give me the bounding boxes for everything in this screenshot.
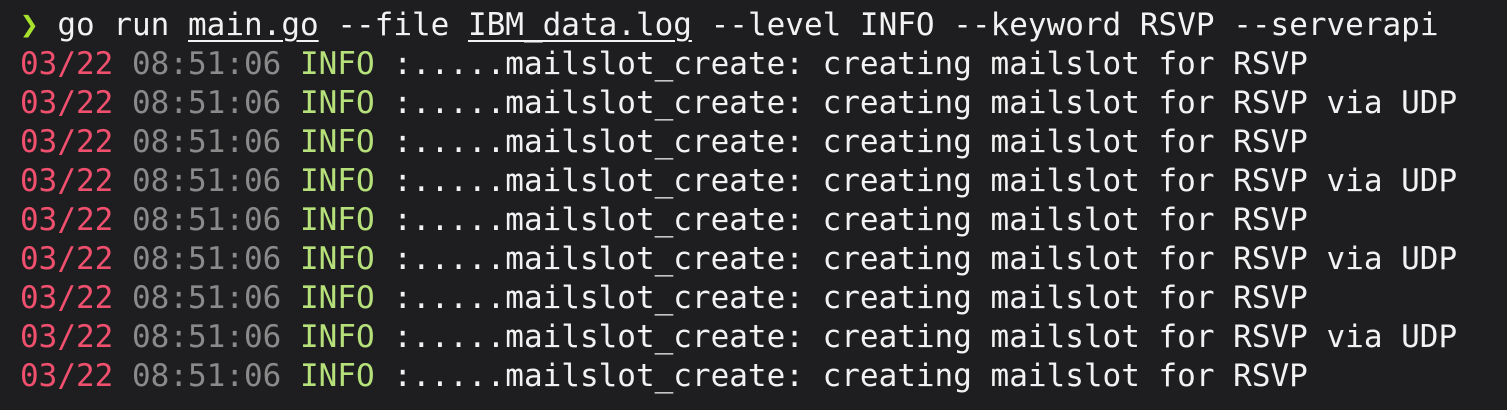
log-message: :.....mailslot_create: creating mailslot…: [393, 163, 1458, 199]
log-message: :.....mailslot_create: creating mailslot…: [393, 46, 1308, 82]
log-level: INFO: [299, 85, 375, 121]
log-level: INFO: [299, 319, 375, 355]
log-message: :.....mailslot_create: creating mailslot…: [393, 319, 1458, 355]
terminal-window[interactable]: ❯ go run main.go --file IBM_data.log --l…: [0, 0, 1507, 410]
log-message: :.....mailslot_create: creating mailslot…: [393, 241, 1458, 277]
log-date: 03/22: [20, 163, 114, 199]
log-level: INFO: [299, 241, 375, 277]
log-line: 03/22 08:51:06 INFO :.....mailslot_creat…: [0, 279, 1507, 318]
log-time: 08:51:06: [132, 124, 282, 160]
log-line: 03/22 08:51:06 INFO :.....mailslot_creat…: [0, 201, 1507, 240]
log-message: :.....mailslot_create: creating mailslot…: [393, 202, 1308, 238]
log-time: 08:51:06: [132, 319, 282, 355]
log-line: 03/22 08:51:06 INFO :.....mailslot_creat…: [0, 84, 1507, 123]
log-date: 03/22: [20, 280, 114, 316]
command-program: go run: [57, 7, 170, 43]
log-level: INFO: [299, 280, 375, 316]
log-date: 03/22: [20, 46, 114, 82]
log-date: 03/22: [20, 241, 114, 277]
log-output: 03/22 08:51:06 INFO :.....mailslot_creat…: [0, 45, 1507, 396]
command-file-arg: main.go: [188, 7, 319, 43]
command-line: ❯ go run main.go --file IBM_data.log --l…: [0, 6, 1507, 45]
log-level: INFO: [299, 358, 375, 394]
log-time: 08:51:06: [132, 202, 282, 238]
log-message: :.....mailslot_create: creating mailslot…: [393, 124, 1308, 160]
log-date: 03/22: [20, 85, 114, 121]
log-time: 08:51:06: [132, 163, 282, 199]
command-file-value: IBM_data.log: [467, 7, 692, 43]
log-time: 08:51:06: [132, 85, 282, 121]
command-flag-file: --file: [337, 7, 450, 43]
log-level: INFO: [299, 124, 375, 160]
command-rest: --level INFO --keyword RSVP --serverapi: [710, 7, 1439, 43]
log-date: 03/22: [20, 319, 114, 355]
log-line: 03/22 08:51:06 INFO :.....mailslot_creat…: [0, 162, 1507, 201]
log-line: 03/22 08:51:06 INFO :.....mailslot_creat…: [0, 318, 1507, 357]
log-message: :.....mailslot_create: creating mailslot…: [393, 280, 1308, 316]
prompt-icon: ❯: [20, 7, 39, 43]
log-line: 03/22 08:51:06 INFO :.....mailslot_creat…: [0, 123, 1507, 162]
log-date: 03/22: [20, 358, 114, 394]
log-line: 03/22 08:51:06 INFO :.....mailslot_creat…: [0, 45, 1507, 84]
log-date: 03/22: [20, 202, 114, 238]
log-time: 08:51:06: [132, 358, 282, 394]
log-time: 08:51:06: [132, 280, 282, 316]
log-time: 08:51:06: [132, 46, 282, 82]
log-level: INFO: [299, 46, 375, 82]
log-time: 08:51:06: [132, 241, 282, 277]
log-level: INFO: [299, 202, 375, 238]
log-message: :.....mailslot_create: creating mailslot…: [393, 85, 1458, 121]
log-line: 03/22 08:51:06 INFO :.....mailslot_creat…: [0, 240, 1507, 279]
log-date: 03/22: [20, 124, 114, 160]
log-line: 03/22 08:51:06 INFO :.....mailslot_creat…: [0, 357, 1507, 396]
log-message: :.....mailslot_create: creating mailslot…: [393, 358, 1308, 394]
log-level: INFO: [299, 163, 375, 199]
